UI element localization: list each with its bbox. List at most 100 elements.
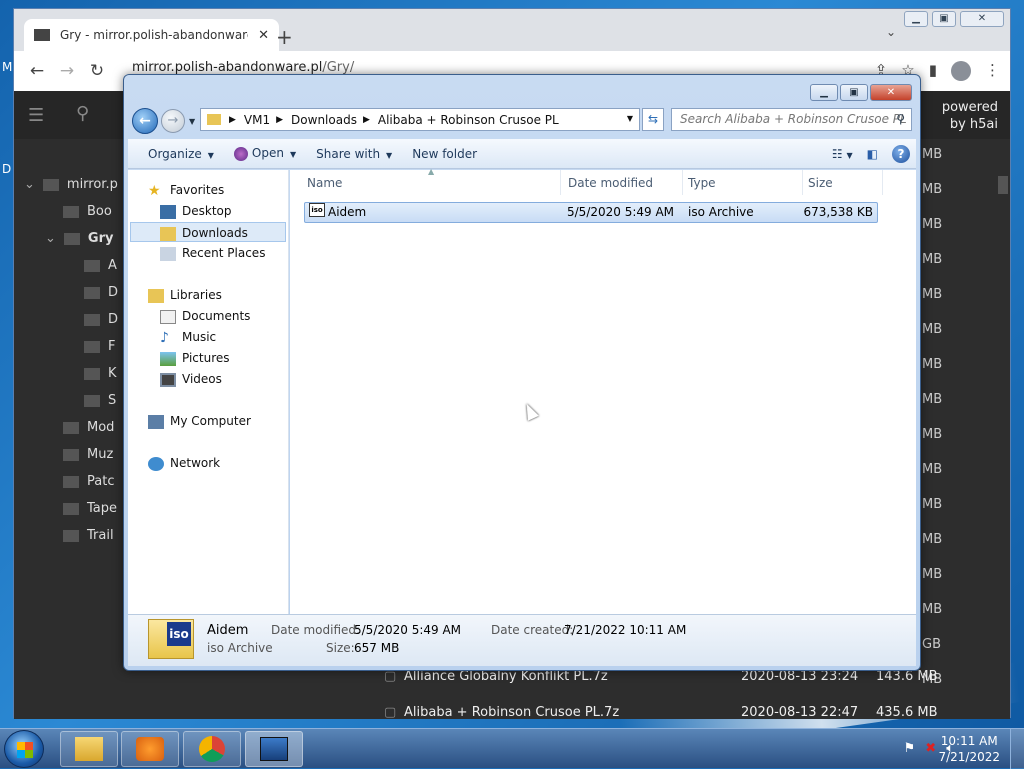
nav-recent-places[interactable]: Recent Places bbox=[160, 243, 265, 263]
folder-icon bbox=[63, 529, 79, 542]
search-icon[interactable]: ⚲ bbox=[76, 103, 89, 124]
search-icon: ⚲ bbox=[896, 112, 905, 126]
star-icon: ★ bbox=[148, 182, 161, 199]
search-input[interactable]: Search Alibaba + Robinson Crusoe PL ⚲ bbox=[671, 108, 912, 131]
tree-item-label: Tape bbox=[87, 501, 118, 516]
column-type[interactable]: Type bbox=[688, 176, 716, 190]
tree-item-label: Boo bbox=[87, 204, 112, 219]
taskbar-media-player[interactable] bbox=[121, 731, 179, 767]
nav-pictures[interactable]: Pictures bbox=[160, 348, 230, 368]
change-view-icon[interactable]: ☷ ▼ bbox=[832, 147, 853, 161]
taskbar-computer[interactable] bbox=[245, 731, 303, 767]
size-unit: GB bbox=[922, 637, 941, 652]
column-date-modified[interactable]: Date modified bbox=[568, 176, 653, 190]
nav-desktop[interactable]: Desktop bbox=[160, 201, 232, 221]
pictures-icon bbox=[160, 351, 176, 366]
file-icon: ▢ bbox=[384, 669, 397, 684]
browser-tab[interactable]: Gry - mirror.polish-abandonware ✕ bbox=[24, 19, 279, 51]
help-icon[interactable]: ? bbox=[892, 145, 910, 163]
details-modified-label: Date modified: bbox=[271, 623, 361, 637]
chevron-right-icon[interactable]: ▶ bbox=[363, 115, 370, 125]
maximize-button[interactable]: ▣ bbox=[932, 11, 956, 27]
chevron-right-icon[interactable]: ▶ bbox=[229, 115, 236, 125]
nav-my-computer[interactable]: My Computer bbox=[148, 411, 251, 431]
close-button[interactable]: ✕ bbox=[870, 84, 912, 101]
nav-libraries[interactable]: Libraries bbox=[148, 285, 222, 305]
folder-icon bbox=[42, 178, 59, 191]
taskbar-chrome[interactable] bbox=[183, 731, 241, 767]
nav-network[interactable]: Network bbox=[148, 453, 220, 473]
hamburger-icon[interactable]: ☰ bbox=[28, 105, 44, 126]
details-pane: iso Aidem iso Archive Date modified: 5/5… bbox=[128, 614, 916, 666]
back-button[interactable]: ← bbox=[132, 108, 158, 134]
tree-item-label: F bbox=[108, 339, 116, 354]
size-unit: MB bbox=[922, 567, 943, 582]
size-unit: MB bbox=[922, 497, 943, 512]
tab-search-icon[interactable]: ⌄ bbox=[886, 25, 896, 39]
folder-icon bbox=[63, 448, 79, 461]
view-controls: ☷ ▼ ◧ ? bbox=[832, 145, 910, 163]
nav-videos[interactable]: Videos bbox=[160, 369, 222, 389]
folder-icon bbox=[84, 367, 100, 380]
action-center-icon[interactable]: ⚑ bbox=[904, 741, 916, 756]
page-scrollbar[interactable] bbox=[998, 176, 1008, 194]
size-unit: MB bbox=[922, 252, 943, 267]
new-folder-button[interactable]: New folder bbox=[412, 147, 477, 161]
menu-icon[interactable]: ⋮ bbox=[985, 61, 1000, 81]
history-dropdown-icon[interactable]: ▼ bbox=[189, 117, 195, 126]
powered-by[interactable]: powered by h5ai bbox=[942, 99, 998, 133]
folder-icon bbox=[75, 737, 103, 761]
nav-downloads[interactable]: Downloads bbox=[130, 222, 286, 242]
chevron-down-icon[interactable]: ⌄ bbox=[24, 177, 35, 192]
back-icon[interactable]: ← bbox=[22, 61, 52, 81]
address-dropdown-icon[interactable]: ▼ bbox=[627, 114, 633, 123]
size-unit: MB bbox=[922, 182, 943, 197]
forward-icon[interactable]: → bbox=[52, 61, 82, 81]
folder-icon bbox=[84, 313, 100, 326]
minimize-button[interactable]: ▁ bbox=[904, 11, 928, 27]
breadcrumb-downloads[interactable]: Downloads bbox=[291, 113, 357, 127]
column-name[interactable]: Name bbox=[307, 176, 342, 190]
organize-button[interactable]: Organize ▼ bbox=[148, 147, 214, 161]
nav-music[interactable]: ♪ Music bbox=[160, 327, 216, 347]
breadcrumb-current[interactable]: Alibaba + Robinson Crusoe PL bbox=[378, 113, 559, 127]
preview-pane-icon[interactable]: ◧ bbox=[867, 147, 878, 161]
size-unit: MB bbox=[922, 462, 943, 477]
details-size: 657 MB bbox=[354, 641, 400, 655]
details-name: Aidem bbox=[207, 623, 249, 638]
file-type: iso Archive bbox=[688, 205, 754, 219]
breadcrumb-vm1[interactable]: VM1 bbox=[244, 113, 270, 127]
table-row[interactable]: iso Aidem 5/5/2020 5:49 AM iso Archive 6… bbox=[304, 202, 878, 223]
address-bar[interactable]: ▶ VM1 ▶ Downloads ▶ Alibaba + Robinson C… bbox=[200, 108, 640, 131]
folder-icon bbox=[84, 340, 100, 353]
close-button[interactable]: ✕ bbox=[960, 11, 1004, 27]
folder-icon bbox=[84, 259, 100, 272]
url-field[interactable]: mirror.polish-abandonware.pl/Gry/ bbox=[132, 60, 354, 75]
maximize-button[interactable]: ▣ bbox=[840, 84, 868, 101]
minimize-button[interactable]: ▁ bbox=[810, 84, 838, 101]
column-size[interactable]: Size bbox=[808, 176, 833, 190]
refresh-button[interactable]: ⇆ bbox=[642, 108, 664, 131]
network-status-icon[interactable]: ✖ bbox=[925, 741, 936, 756]
media-player-icon bbox=[136, 737, 164, 761]
profile-avatar[interactable] bbox=[951, 61, 971, 81]
chevron-right-icon[interactable]: ▶ bbox=[276, 115, 283, 125]
nav-favorites[interactable]: ★ Favorites bbox=[148, 180, 224, 200]
size-unit: MB bbox=[922, 322, 943, 337]
new-tab-button[interactable]: + bbox=[276, 25, 293, 49]
nav-documents[interactable]: Documents bbox=[160, 306, 250, 326]
forward-button[interactable]: → bbox=[161, 109, 185, 133]
tree-item-label: Gry bbox=[87, 231, 114, 246]
file-icon: ▢ bbox=[384, 705, 397, 720]
sidepanel-icon[interactable]: ▮ bbox=[929, 61, 937, 81]
taskbar-explorer[interactable] bbox=[60, 731, 118, 767]
show-desktop-button[interactable] bbox=[1010, 729, 1024, 769]
open-button[interactable]: Open ▼ bbox=[233, 146, 296, 161]
share-with-button[interactable]: Share with ▼ bbox=[316, 147, 392, 161]
reload-icon[interactable]: ↻ bbox=[82, 61, 112, 81]
clock[interactable]: 10:11 AM 7/21/2022 bbox=[938, 733, 1000, 765]
chevron-down-icon[interactable]: ⌄ bbox=[45, 231, 56, 246]
start-button[interactable] bbox=[4, 730, 44, 768]
close-tab-icon[interactable]: ✕ bbox=[258, 28, 269, 43]
desktop-letter-m: M bbox=[2, 60, 13, 74]
